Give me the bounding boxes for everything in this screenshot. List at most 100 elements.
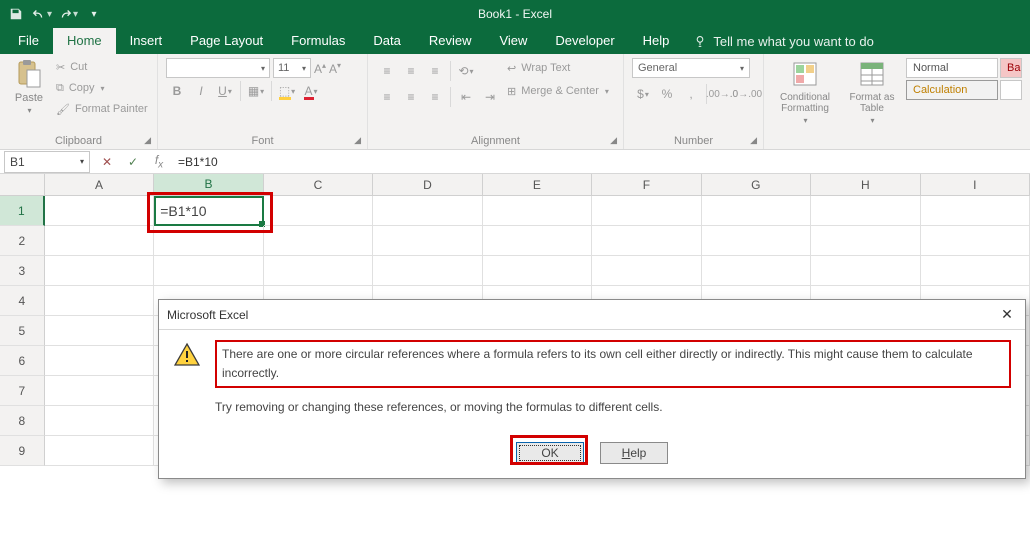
row-header[interactable]: 1 [0, 196, 45, 226]
cell[interactable] [264, 196, 373, 226]
italic-button[interactable]: I [190, 81, 212, 101]
cell[interactable] [154, 226, 263, 256]
cell[interactable] [45, 256, 154, 286]
cell-styles-gallery[interactable]: Normal Ba Calculation [906, 58, 1022, 100]
row-header[interactable]: 8 [0, 406, 45, 436]
align-center-button[interactable]: ≡ [400, 87, 422, 107]
redo-button[interactable]: ▾ [56, 3, 80, 25]
cell[interactable] [483, 196, 592, 226]
comma-format-button[interactable]: , [680, 84, 702, 104]
format-as-table-button[interactable]: Format as Table▾ [844, 58, 900, 125]
cell[interactable] [264, 226, 373, 256]
cell[interactable] [921, 226, 1030, 256]
number-format-select[interactable]: General▾ [632, 58, 750, 78]
row-header[interactable]: 6 [0, 346, 45, 376]
row-header[interactable]: 5 [0, 316, 45, 346]
underline-button[interactable]: U▾ [214, 81, 236, 101]
tab-formulas[interactable]: Formulas [277, 28, 359, 54]
select-all-corner[interactable] [0, 174, 45, 195]
tab-page-layout[interactable]: Page Layout [176, 28, 277, 54]
cell-active[interactable]: =B1*10 [154, 196, 263, 226]
tab-help[interactable]: Help [629, 28, 684, 54]
col-header[interactable]: D [373, 174, 482, 195]
orientation-button[interactable]: ⟲▾ [455, 61, 477, 81]
col-header[interactable]: H [811, 174, 920, 195]
cell[interactable] [592, 196, 701, 226]
paste-button[interactable]: Paste ▾ [8, 58, 50, 115]
cell[interactable] [592, 226, 701, 256]
tab-home[interactable]: Home [53, 28, 116, 54]
row-header[interactable]: 9 [0, 436, 45, 466]
decrease-indent-button[interactable]: ⇤ [455, 87, 477, 107]
tab-developer[interactable]: Developer [541, 28, 628, 54]
col-header[interactable]: G [702, 174, 811, 195]
col-header[interactable]: F [592, 174, 701, 195]
col-header[interactable]: I [921, 174, 1030, 195]
cell[interactable] [154, 256, 263, 286]
conditional-formatting-button[interactable]: Conditional Formatting▾ [772, 58, 838, 125]
cell[interactable] [45, 436, 154, 466]
bold-button[interactable]: B [166, 81, 188, 101]
help-button[interactable]: Help [600, 442, 668, 464]
percent-format-button[interactable]: % [656, 84, 678, 104]
increase-indent-button[interactable]: ⇥ [479, 87, 501, 107]
copy-button[interactable]: ⧉Copy▾ [56, 79, 148, 97]
cell[interactable] [45, 316, 154, 346]
tab-data[interactable]: Data [359, 28, 414, 54]
cell[interactable] [373, 256, 482, 286]
align-left-button[interactable]: ≡ [376, 87, 398, 107]
style-bad[interactable]: Ba [1000, 58, 1022, 78]
cell[interactable] [702, 256, 811, 286]
cell[interactable] [373, 196, 482, 226]
col-header[interactable]: E [483, 174, 592, 195]
cell[interactable] [811, 256, 920, 286]
cell[interactable] [592, 256, 701, 286]
cell[interactable] [483, 256, 592, 286]
enter-button[interactable]: ✓ [120, 151, 146, 173]
cell[interactable] [921, 256, 1030, 286]
tab-review[interactable]: Review [415, 28, 486, 54]
cell[interactable] [921, 196, 1030, 226]
row-header[interactable]: 7 [0, 376, 45, 406]
name-box[interactable]: B1▾ [4, 151, 90, 173]
dialog-launcher-icon[interactable]: ◢ [354, 135, 361, 146]
col-header[interactable]: C [264, 174, 373, 195]
cell[interactable] [702, 226, 811, 256]
merge-center-button[interactable]: ⊞Merge & Center▾ [507, 81, 609, 101]
align-bottom-button[interactable]: ≡ [424, 61, 446, 81]
col-header[interactable]: B [154, 174, 263, 195]
format-painter-button[interactable]: 🖌Format Painter [56, 100, 148, 118]
cut-button[interactable]: ✂Cut [56, 58, 148, 76]
cell[interactable] [373, 226, 482, 256]
tab-insert[interactable]: Insert [116, 28, 177, 54]
cell[interactable] [702, 196, 811, 226]
cell[interactable] [483, 226, 592, 256]
row-header[interactable]: 2 [0, 226, 45, 256]
tab-file[interactable]: File [4, 28, 53, 54]
cell[interactable] [264, 256, 373, 286]
dialog-launcher-icon[interactable]: ◢ [610, 135, 617, 146]
ok-button[interactable]: OK [516, 442, 584, 464]
col-header[interactable]: A [45, 174, 154, 195]
style-calculation[interactable]: Calculation [906, 80, 998, 100]
cell[interactable] [811, 196, 920, 226]
close-button[interactable]: ✕ [997, 305, 1017, 325]
cell[interactable] [45, 346, 154, 376]
decrease-font-button[interactable]: A▾ [329, 61, 341, 76]
style-normal[interactable]: Normal [906, 58, 998, 78]
align-middle-button[interactable]: ≡ [400, 61, 422, 81]
cell[interactable] [45, 286, 154, 316]
cell[interactable] [45, 376, 154, 406]
tab-view[interactable]: View [485, 28, 541, 54]
increase-font-button[interactable]: A▴ [314, 61, 326, 76]
fill-color-button[interactable]: ⬚▾ [276, 81, 298, 101]
font-size-select[interactable]: 11▾ [273, 58, 311, 78]
dialog-launcher-icon[interactable]: ◢ [750, 135, 757, 146]
undo-button[interactable]: ▾ [30, 3, 54, 25]
style-more[interactable] [1000, 80, 1022, 100]
align-top-button[interactable]: ≡ [376, 61, 398, 81]
cell[interactable] [45, 226, 154, 256]
cancel-button[interactable]: ✕ [94, 151, 120, 173]
qat-customize-button[interactable]: ▾ [82, 3, 106, 25]
dialog-launcher-icon[interactable]: ◢ [144, 135, 151, 146]
